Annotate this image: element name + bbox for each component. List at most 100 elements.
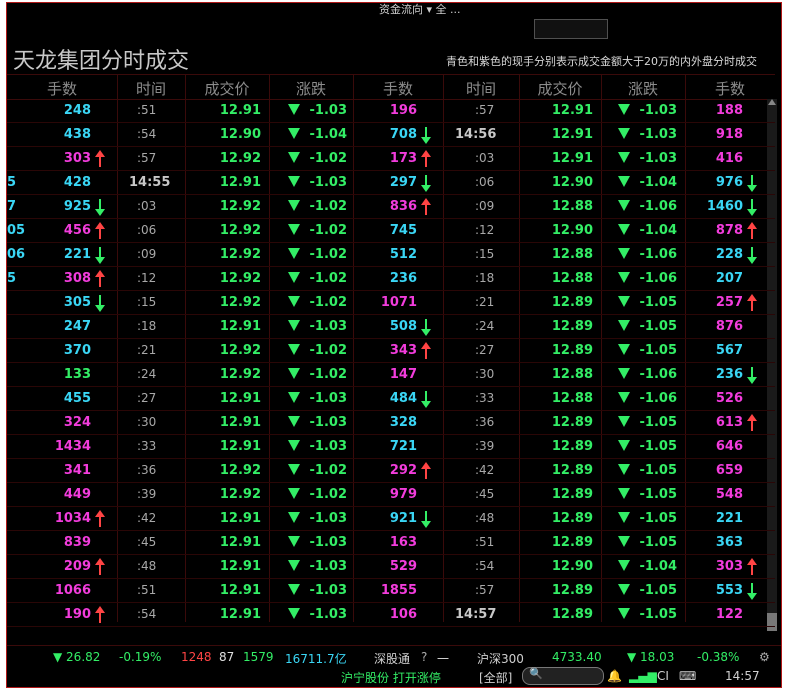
- price-cell: 12.88: [551, 271, 593, 286]
- row-divider: [7, 362, 775, 363]
- scroll-thumb[interactable]: [767, 613, 777, 631]
- header-col-2[interactable]: 成交价: [185, 78, 269, 99]
- volume-cell: 925: [63, 199, 91, 214]
- fund-flow-menu[interactable]: 资金流向 ▾ 全 ...: [379, 3, 461, 17]
- time-cell: :39: [137, 487, 157, 501]
- change-cell: -1.03: [283, 319, 347, 334]
- top-tab-box[interactable]: [534, 19, 608, 39]
- change-value: -1.03: [309, 583, 347, 598]
- price-cell: 12.89: [551, 319, 593, 334]
- header-col-1[interactable]: 时间: [117, 78, 185, 99]
- price-cell: 12.89: [551, 535, 593, 550]
- down-triangle-icon: [617, 104, 630, 115]
- volume-cell: 248: [63, 103, 91, 118]
- filter-all[interactable]: [全部]: [479, 669, 512, 686]
- volume-cell: 207: [715, 271, 743, 286]
- arrow-down-icon: [421, 175, 431, 192]
- volume-cell: 247: [63, 319, 91, 334]
- volume-cell: 512: [389, 247, 417, 262]
- row-divider: [7, 410, 775, 411]
- price-cell: 12.90: [551, 223, 593, 238]
- column-header: 手数 时间 成交价 涨跌 手数 时间 成交价 涨跌 手数: [7, 74, 775, 100]
- volume-cell: 297: [389, 175, 417, 190]
- volume-cell: 363: [715, 535, 743, 550]
- time-cell: :57: [475, 583, 495, 597]
- down-triangle-icon: [617, 176, 630, 187]
- arrow-up-icon: [95, 150, 105, 167]
- scroll-up-icon[interactable]: [768, 99, 776, 105]
- price-cell: 12.89: [551, 511, 593, 526]
- time-cell: :24: [475, 319, 495, 333]
- help-icon[interactable]: ?: [421, 650, 427, 664]
- time-cell: :51: [475, 535, 495, 549]
- volume-cell: 529: [389, 559, 417, 574]
- row-divider: [7, 194, 775, 195]
- change-cell: -1.02: [283, 463, 347, 478]
- change-cell: -1.02: [283, 271, 347, 286]
- time-cell: 14:56: [455, 127, 497, 142]
- change-value: -1.03: [309, 391, 347, 406]
- volume-cell: 122: [715, 607, 743, 622]
- time-cell: :57: [475, 103, 495, 117]
- vertical-scrollbar[interactable]: [767, 99, 777, 631]
- header-col-0[interactable]: 手数: [7, 78, 117, 99]
- bell-icon[interactable]: 🔔: [607, 669, 622, 683]
- top-bar: 资金流向 ▾ 全 ...: [7, 3, 781, 39]
- volume-cell: 659: [715, 463, 743, 478]
- change-cell: -1.02: [283, 295, 347, 310]
- change-cell: -1.06: [613, 199, 677, 214]
- change-cell: -1.03: [283, 535, 347, 550]
- market-status-bar: ▼ 26.82 -0.19% 1248 87 1579 16711.7亿 深股通…: [7, 645, 781, 666]
- column-divider: [519, 74, 520, 622]
- down-triangle-icon: [617, 248, 630, 259]
- down-triangle-icon: [287, 272, 300, 283]
- settings-gear-icon[interactable]: ⚙: [759, 650, 770, 664]
- change-value: -1.02: [309, 247, 347, 262]
- arrow-down-icon: [747, 175, 757, 192]
- volume-cell: 449: [63, 487, 91, 502]
- change-value: -1.04: [639, 559, 677, 574]
- time-cell: :03: [475, 151, 495, 165]
- arrow-down-icon: [95, 295, 105, 312]
- change-value: -1.05: [639, 583, 677, 598]
- change-cell: -1.03: [283, 439, 347, 454]
- header-col-3[interactable]: 涨跌: [269, 78, 353, 99]
- time-cell: :48: [475, 511, 495, 525]
- header-col-6[interactable]: 成交价: [519, 78, 601, 99]
- header-col-4[interactable]: 手数: [353, 78, 443, 99]
- row-divider: [7, 626, 775, 627]
- change-value: -1.04: [639, 223, 677, 238]
- volume-cell: 455: [63, 391, 91, 406]
- row-divider: [7, 314, 775, 315]
- change-value: -1.03: [309, 439, 347, 454]
- time-cell: :27: [475, 343, 495, 357]
- arrow-up-icon: [421, 342, 431, 359]
- header-col-5[interactable]: 时间: [443, 78, 519, 99]
- row-divider: [7, 218, 775, 219]
- price-cell: 12.92: [219, 271, 261, 286]
- time-cell: :51: [137, 583, 157, 597]
- search-icon: 🔍: [529, 667, 543, 680]
- down-triangle-icon: [287, 128, 300, 139]
- header-col-7[interactable]: 涨跌: [601, 78, 685, 99]
- volume-cell: 190: [63, 607, 91, 622]
- row-divider: [7, 602, 775, 603]
- volume-cell: 456: [63, 223, 91, 238]
- price-cell: 12.92: [219, 295, 261, 310]
- left-edge-fragment: 06: [7, 247, 26, 262]
- alert-ticker[interactable]: 沪宁股份 打开涨停: [341, 669, 441, 686]
- header-col-8[interactable]: 手数: [685, 78, 775, 99]
- change-value: -1.06: [639, 247, 677, 262]
- volume-cell: 133: [63, 367, 91, 382]
- hs300-value: 4733.40: [552, 650, 602, 664]
- price-cell: 12.89: [551, 463, 593, 478]
- time-cell: :42: [475, 463, 495, 477]
- change-value: -1.03: [309, 319, 347, 334]
- price-cell: 12.89: [551, 607, 593, 622]
- time-cell: :57: [137, 151, 157, 165]
- price-cell: 12.91: [551, 151, 593, 166]
- search-input[interactable]: 🔍: [522, 667, 604, 685]
- keyboard-icon[interactable]: ⌨: [679, 669, 696, 683]
- time-cell: :18: [475, 271, 495, 285]
- change-cell: -1.03: [283, 559, 347, 574]
